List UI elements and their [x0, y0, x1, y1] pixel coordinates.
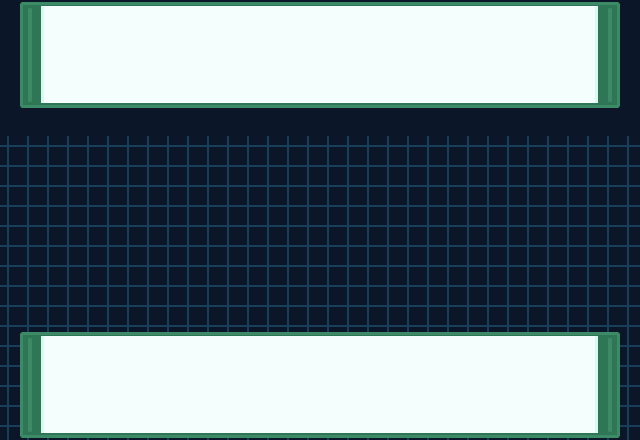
panel-right-accent — [608, 338, 612, 432]
bottom-panel-text — [58, 348, 581, 423]
panel-left-accent — [28, 338, 32, 432]
game-screen — [0, 0, 640, 440]
panel-left-accent — [28, 8, 32, 102]
top-text-panel — [20, 2, 620, 108]
bottom-panel-content-area — [41, 336, 598, 433]
panel-right-accent — [608, 8, 612, 102]
bottom-text-panel — [20, 332, 620, 438]
top-panel-content-area — [41, 6, 598, 103]
top-panel-text — [58, 18, 581, 93]
